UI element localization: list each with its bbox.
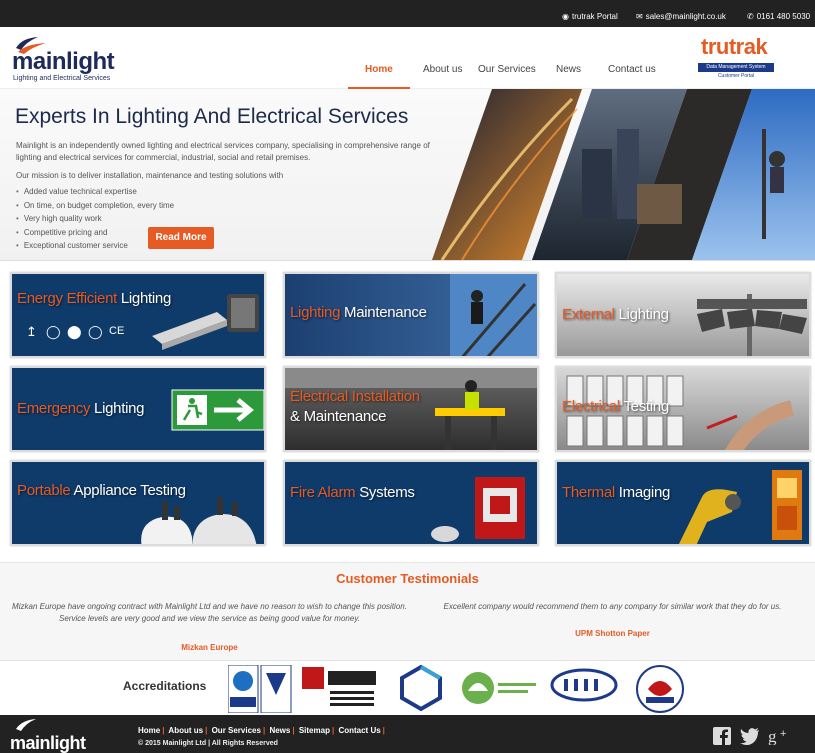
footer-link-our-services[interactable]: Our Services — [212, 726, 261, 735]
read-more-button[interactable]: Read More — [148, 227, 214, 249]
service-tile-title: Fire Alarm Systems — [290, 484, 415, 501]
hero-title: Experts In Lighting And Electrical Servi… — [15, 105, 409, 128]
envelope-icon: ✉ — [636, 12, 643, 21]
service-tile-portable-appliance-testing[interactable]: Portable Appliance Testing — [10, 460, 266, 546]
service-tile-emergency-lighting[interactable]: Emergency Lighting — [10, 366, 266, 452]
globe-icon: ◉ — [562, 12, 569, 21]
svg-text:+: + — [780, 728, 786, 740]
testimonial-quote: Mizkan Europe have ongoing contract with… — [12, 602, 407, 623]
email-link[interactable]: ✉ sales@mainlight.co.uk — [636, 12, 726, 21]
twitter-icon[interactable] — [740, 727, 760, 745]
trutrak-wordmark: trutrak — [701, 34, 768, 59]
trutrak-portal-label: trutrak Portal — [571, 12, 618, 21]
footer-links: Home | About us | Our Services | News | Site… — [138, 726, 385, 735]
footer-logo-swoosh-icon — [16, 719, 36, 731]
niceic-logo — [302, 667, 376, 706]
service-tile-title: Electrical Installation — [290, 388, 420, 405]
logo-tagline: Lighting and Electrical Services — [13, 75, 111, 82]
nav-about-us[interactable]: About us — [423, 64, 462, 75]
energy-efficient-lighting-image: ↥ ◯ ⬤ ◯ CE — [26, 294, 259, 350]
phone-link[interactable]: ✆ 0161 480 5030 — [747, 12, 810, 21]
email-address: sales@mainlight.co.uk — [645, 12, 726, 21]
isoqar-ukas-logo — [228, 665, 292, 713]
trutrak-portal-link[interactable]: ◉ trutrak Portal — [562, 12, 618, 21]
plugs-image — [141, 497, 257, 544]
list-item: Added value technical expertise — [16, 185, 174, 199]
list-item: Very high quality work — [16, 212, 174, 226]
facebook-icon[interactable] — [713, 727, 731, 745]
service-tile-title: Thermal Imaging — [562, 484, 671, 501]
hero-mission: Our mission is to deliver installation, … — [16, 171, 284, 180]
service-tile-title: Energy Efficient Lighting — [17, 290, 171, 307]
nav-contact-us[interactable]: Contact us — [608, 64, 656, 75]
list-item: On time, on budget completion, every tim… — [16, 199, 174, 213]
service-tile-electrical-installation[interactable]: Electrical Installation & Maintenance — [283, 366, 539, 452]
footer-link-news[interactable]: News — [269, 726, 290, 735]
trutrak-subtitle: Customer Portal — [717, 73, 755, 79]
service-tile-title: Electrical Testing — [562, 398, 669, 415]
nav-our-services[interactable]: Our Services — [478, 64, 536, 75]
service-tile-lighting-maintenance[interactable]: Lighting Maintenance — [283, 272, 539, 358]
service-tile-fire-alarm-systems[interactable]: Fire Alarm Systems — [283, 460, 539, 546]
svg-text:CE: CE — [109, 325, 124, 337]
footer-copyright: © 2015 Mainlight Ltd | All Rights Reserv… — [138, 740, 278, 747]
service-tile-external-lighting[interactable]: External Lighting — [555, 272, 811, 358]
phone-number: 0161 480 5030 — [756, 12, 811, 21]
footer-link-about-us[interactable]: About us — [168, 726, 203, 735]
service-tile-title: External Lighting — [562, 306, 669, 323]
google-plus-icon[interactable]: g + — [768, 727, 790, 745]
safecontractor-logo — [636, 665, 684, 713]
constructionline-logo — [400, 665, 442, 712]
trutrak-band: Data Management System — [698, 63, 774, 72]
footer-link-contact-us[interactable]: Contact Us — [338, 726, 380, 735]
top-bar: ◉ trutrak Portal ✉ sales@mainlight.co.uk… — [0, 0, 815, 27]
thermal-camera-image — [678, 470, 802, 544]
svg-text:◯: ◯ — [88, 324, 103, 340]
nav-home[interactable]: Home — [365, 64, 393, 75]
testimonial-author[interactable]: Mizkan Europe — [12, 643, 407, 652]
hero-section: Experts In Lighting And Electrical Servi… — [0, 89, 815, 261]
svg-text:◯: ◯ — [46, 324, 61, 340]
svg-text:g: g — [768, 727, 777, 745]
service-tile-subtitle: & Maintenance — [290, 408, 387, 425]
service-tile-energy-efficient-lighting[interactable]: ↥ ◯ ⬤ ◯ CE Energy Efficient Lighting — [10, 272, 266, 358]
service-tile-thermal-imaging[interactable]: Thermal Imaging — [555, 460, 811, 546]
testimonial-quote: Excellent company would recommend them t… — [443, 602, 782, 611]
nav-news[interactable]: News — [556, 64, 581, 75]
testimonial-author[interactable]: UPM Shotton Paper — [420, 629, 805, 638]
fire-alarm-image — [431, 477, 525, 542]
service-tile-electrical-testing[interactable]: Electrical Testing — [555, 366, 811, 452]
service-tile-title: Portable Appliance Testing — [17, 482, 186, 499]
service-tile-title: Emergency Lighting — [17, 400, 145, 417]
chas-logo — [550, 668, 618, 702]
svg-text:⬤: ⬤ — [67, 324, 82, 340]
phone-icon: ✆ — [747, 12, 754, 21]
svg-text:↥: ↥ — [26, 324, 37, 339]
hero-banner-image — [432, 89, 815, 260]
footer-link-sitemap[interactable]: Sitemap — [299, 726, 330, 735]
testimonials-section: Customer Testimonials Mizkan Europe have… — [0, 562, 815, 660]
site-header: mainlight Lighting and Electrical Servic… — [0, 27, 815, 89]
footer-logo[interactable]: mainlight — [10, 733, 86, 753]
environment-agency-logo — [462, 672, 536, 704]
testimonials-heading: Customer Testimonials — [336, 571, 479, 586]
site-footer: mainlight Home | About us | Our Services | … — [0, 715, 815, 753]
hero-intro: Mainlight is an independently owned ligh… — [16, 141, 430, 162]
accreditations-section: Accreditations — [0, 660, 815, 715]
service-tile-title: Lighting Maintenance — [290, 304, 427, 321]
logo-wordmark: mainlight — [12, 48, 115, 75]
footer-link-home[interactable]: Home — [138, 726, 160, 735]
trutrak-logo[interactable]: trutrak Data Management System Customer … — [695, 32, 777, 82]
accreditations-label: Accreditations — [123, 679, 207, 693]
